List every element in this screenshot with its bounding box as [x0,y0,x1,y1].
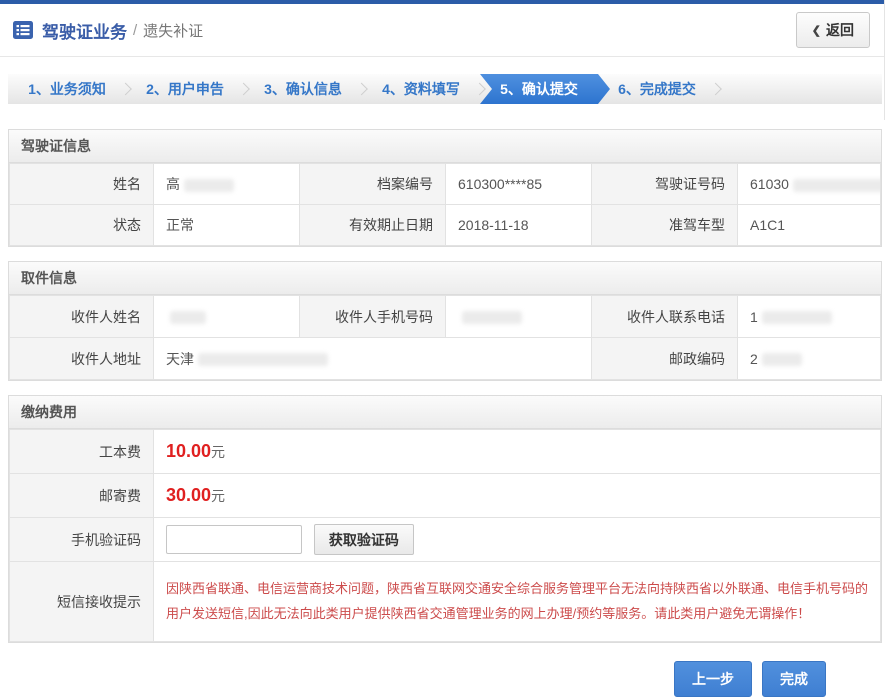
sms-code-cell: 获取验证码 [154,518,881,562]
redacted-value [762,311,832,324]
table-row: 状态 正常 有效期止日期 2018-11-18 准驾车型 A1C1 [10,205,881,246]
recipient-phone-value: 1 [738,296,881,338]
sms-notice-label: 短信接收提示 [10,562,154,642]
previous-step-button[interactable]: 上一步 [674,661,752,697]
production-fee-unit: 元 [211,444,225,460]
status-label: 状态 [10,205,154,246]
breadcrumb-current: 遗失补证 [143,20,203,41]
table-row: 工本费 10.00元 [10,430,881,474]
recipient-mobile-value [446,296,592,338]
footer-actions: 上一步 完成 [0,661,826,697]
redacted-value [184,179,234,192]
table-row: 短信接收提示 因陕西省联通、电信运营商技术问题，陕西省互联网交通安全综合服务管理… [10,562,881,642]
postal-code-label: 邮政编码 [592,338,738,380]
redacted-value [793,179,881,192]
license-service-list-icon [12,19,34,41]
table-row: 手机验证码 获取验证码 [10,518,881,562]
license-info-table: 姓名 高 档案编号 610300****85 驾驶证号码 61030 状态 正常… [9,163,881,246]
postage-fee-unit: 元 [211,488,225,504]
get-sms-code-button[interactable]: 获取验证码 [314,524,414,555]
recipient-address-label: 收件人地址 [10,338,154,380]
postage-fee-label: 邮寄费 [10,474,154,518]
postage-fee-value: 30.00元 [154,474,881,518]
table-row: 收件人地址 天津 邮政编码 2 [10,338,881,380]
vehicle-class-label: 准驾车型 [592,205,738,246]
wizard-step-4-fill-info: 4、资料填写 [362,74,480,104]
wizard-tail [716,74,882,104]
postal-code-value: 2 [738,338,881,380]
name-value: 高 [154,164,300,205]
license-info-section: 驾驶证信息 姓名 高 档案编号 610300****85 驾驶证号码 61030… [8,129,882,247]
recipient-address-value: 天津 [154,338,592,380]
redacted-value [762,353,802,366]
page-header: 驾驶证业务 / 遗失补证 ❮ 返回 [0,4,884,57]
postage-fee-amount: 30.00 [166,485,211,505]
table-row: 邮寄费 30.00元 [10,474,881,518]
table-row: 收件人姓名 收件人手机号码 收件人联系电话 1 [10,296,881,338]
license-section-title: 驾驶证信息 [9,130,881,163]
wizard-step-1-notice: 1、业务须知 [8,74,126,104]
fees-section: 缴纳费用 工本费 10.00元 邮寄费 30.00元 手机验证码 获取验证码 短… [8,395,882,643]
finish-button[interactable]: 完成 [762,661,826,697]
production-fee-amount: 10.00 [166,441,211,461]
back-button-label: 返回 [826,20,854,40]
fees-table: 工本费 10.00元 邮寄费 30.00元 手机验证码 获取验证码 短信接收提示… [9,429,881,642]
redacted-value [462,311,522,324]
recipient-name-label: 收件人姓名 [10,296,154,338]
chevron-left-icon: ❮ [812,24,821,37]
fees-section-title: 缴纳费用 [9,396,881,429]
expiry-date-label: 有效期止日期 [300,205,446,246]
redacted-value [170,311,206,324]
file-number-value: 610300****85 [446,164,592,205]
production-fee-label: 工本费 [10,430,154,474]
pickup-section-title: 取件信息 [9,262,881,295]
pickup-info-section: 取件信息 收件人姓名 收件人手机号码 收件人联系电话 1 收件人地址 天津 邮政… [8,261,882,381]
wizard-step-5-confirm-submit-active: 5、确认提交 [480,74,598,104]
sms-code-input[interactable] [166,525,302,554]
pickup-info-table: 收件人姓名 收件人手机号码 收件人联系电话 1 收件人地址 天津 邮政编码 2 [9,295,881,380]
redacted-value [198,353,328,366]
license-number-value: 61030 [738,164,881,205]
wizard-step-2-declaration: 2、用户申告 [126,74,244,104]
recipient-mobile-label: 收件人手机号码 [300,296,446,338]
file-number-label: 档案编号 [300,164,446,205]
table-row: 姓名 高 档案编号 610300****85 驾驶证号码 61030 [10,164,881,205]
sms-code-label: 手机验证码 [10,518,154,562]
breadcrumb-separator: / [133,22,137,39]
wizard-step-3-confirm-info: 3、确认信息 [244,74,362,104]
step-wizard: 1、业务须知 2、用户申告 3、确认信息 4、资料填写 5、确认提交 6、完成提… [8,74,882,104]
status-value: 正常 [154,205,300,246]
recipient-name-value [154,296,300,338]
sms-notice-text: 因陕西省联通、电信运营商技术问题，陕西省互联网交通安全综合服务管理平台无法向持陕… [166,581,868,621]
back-button[interactable]: ❮ 返回 [796,12,870,48]
recipient-phone-label: 收件人联系电话 [592,296,738,338]
page-edge-line [884,0,885,120]
license-number-label: 驾驶证号码 [592,164,738,205]
vehicle-class-value: A1C1 [738,205,881,246]
sms-notice-cell: 因陕西省联通、电信运营商技术问题，陕西省互联网交通安全综合服务管理平台无法向持陕… [154,562,881,642]
production-fee-value: 10.00元 [154,430,881,474]
page-title: 驾驶证业务 [42,18,127,43]
wizard-step-6-complete-submit: 6、完成提交 [598,74,716,104]
name-label: 姓名 [10,164,154,205]
expiry-date-value: 2018-11-18 [446,205,592,246]
